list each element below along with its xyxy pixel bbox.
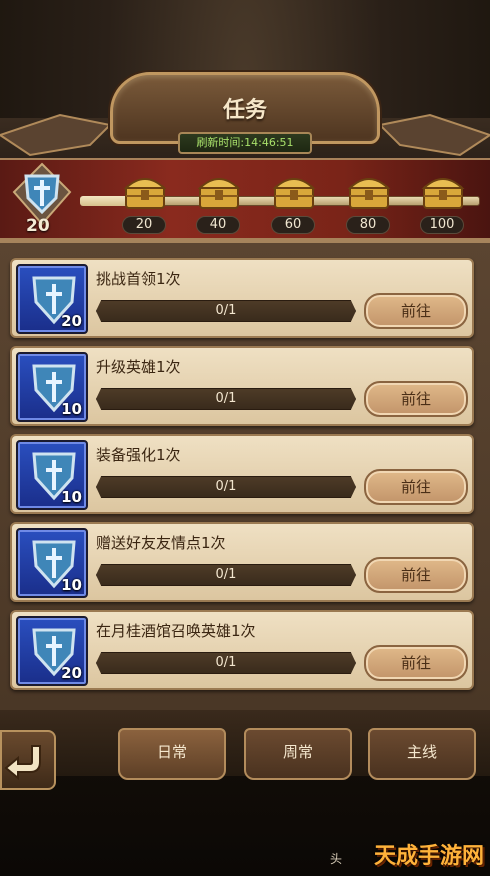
task-progress-text: 0/1 bbox=[215, 655, 237, 670]
tab-daily[interactable]: 日常 bbox=[118, 728, 226, 780]
milestone-label: 40 bbox=[196, 216, 240, 234]
go-button[interactable]: 前往 bbox=[364, 381, 468, 417]
task-points: 10 bbox=[61, 488, 82, 506]
go-button[interactable]: 前往 bbox=[364, 557, 468, 593]
task-row: 10 装备强化1次 0/1 前往 bbox=[10, 434, 474, 514]
task-progress-bar: 0/1 bbox=[96, 476, 356, 498]
task-reward-icon: 20 bbox=[16, 264, 88, 334]
task-progress-text: 0/1 bbox=[215, 567, 237, 582]
task-progress-bar: 0/1 bbox=[96, 388, 356, 410]
task-reward-icon: 10 bbox=[16, 352, 88, 422]
tab-weekly[interactable]: 周常 bbox=[244, 728, 352, 780]
task-progress-bar: 0/1 bbox=[96, 300, 356, 322]
task-reward-icon: 10 bbox=[16, 440, 88, 510]
task-name: 装备强化1次 bbox=[96, 446, 181, 464]
go-button[interactable]: 前往 bbox=[364, 293, 468, 329]
go-button[interactable]: 前往 bbox=[364, 645, 468, 681]
reward-progress-fill bbox=[80, 196, 128, 206]
task-points: 20 bbox=[61, 664, 82, 682]
task-points: 20 bbox=[61, 312, 82, 330]
task-name: 挑战首领1次 bbox=[96, 270, 181, 288]
task-row: 20 在月桂酒馆召唤英雄1次 0/1 前往 bbox=[10, 610, 474, 690]
task-progress-text: 0/1 bbox=[215, 479, 237, 494]
task-progress-text: 0/1 bbox=[215, 303, 237, 318]
page-title: 任务 bbox=[222, 98, 267, 123]
back-arrow-icon bbox=[4, 745, 41, 781]
reward-chest-icon[interactable] bbox=[346, 170, 392, 212]
reward-chest-icon[interactable] bbox=[420, 170, 466, 212]
tab-main[interactable]: 主线 bbox=[368, 728, 476, 780]
task-points: 10 bbox=[61, 400, 82, 418]
task-row: 10 升级英雄1次 0/1 前往 bbox=[10, 346, 474, 426]
task-row: 20 挑战首领1次 0/1 前往 bbox=[10, 258, 474, 338]
task-points: 10 bbox=[61, 576, 82, 594]
task-progress-text: 0/1 bbox=[215, 391, 237, 406]
back-button[interactable] bbox=[0, 730, 56, 790]
task-reward-icon: 20 bbox=[16, 616, 88, 686]
watermark: 天成手游网 bbox=[373, 844, 484, 869]
milestone-label: 20 bbox=[122, 216, 166, 234]
go-button[interactable]: 前往 bbox=[364, 469, 468, 505]
task-name: 赠送好友友情点1次 bbox=[96, 534, 226, 552]
reward-chest-icon[interactable] bbox=[196, 170, 242, 212]
reward-chest-icon[interactable] bbox=[122, 170, 168, 212]
task-progress-bar: 0/1 bbox=[96, 564, 356, 586]
task-row: 10 赠送好友友情点1次 0/1 前往 bbox=[10, 522, 474, 602]
reward-chest-icon[interactable] bbox=[271, 170, 317, 212]
task-name: 升级英雄1次 bbox=[96, 358, 181, 376]
refresh-timer: 刷新时间:14:46:51 bbox=[178, 132, 312, 154]
footer-partial-text: 头 bbox=[330, 852, 343, 866]
current-points: 20 bbox=[26, 216, 50, 236]
milestone-label: 100 bbox=[420, 216, 464, 234]
task-reward-icon: 10 bbox=[16, 528, 88, 598]
task-progress-bar: 0/1 bbox=[96, 652, 356, 674]
task-name: 在月桂酒馆召唤英雄1次 bbox=[96, 622, 256, 640]
milestone-label: 80 bbox=[346, 216, 390, 234]
milestone-label: 60 bbox=[271, 216, 315, 234]
